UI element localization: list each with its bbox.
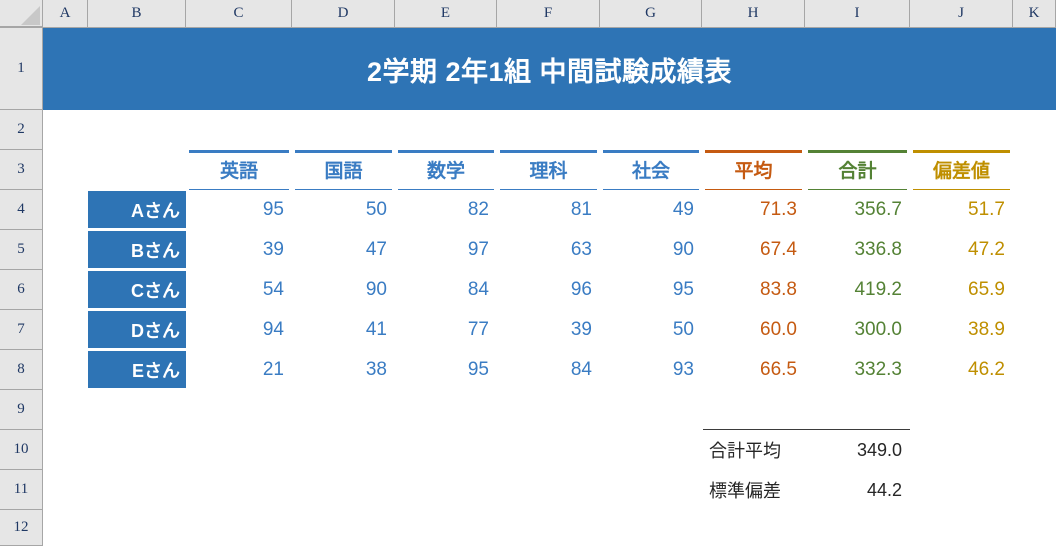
grid-column-header-h[interactable]: H xyxy=(702,0,805,27)
grid-column-header-a[interactable]: A xyxy=(43,0,88,27)
grid-row-header-6[interactable]: 6 xyxy=(0,270,42,310)
grid-row-header-7[interactable]: 7 xyxy=(0,310,42,350)
grid-column-header-e[interactable]: E xyxy=(395,0,497,27)
grid-column-header-g[interactable]: G xyxy=(600,0,702,27)
cell-english[interactable]: 21 xyxy=(186,350,292,390)
cell-english[interactable]: 94 xyxy=(186,310,292,350)
column-header-japanese[interactable]: 国語 xyxy=(295,150,392,190)
grid-row-header-3[interactable]: 3 xyxy=(0,150,42,190)
column-header-label: 偏差値 xyxy=(932,160,990,182)
spreadsheet-canvas: 2学期 2年1組 中間試験成績表 英語 国語 数学 理科 社会 平均 合計 偏差… xyxy=(0,0,1056,546)
summary-value[interactable]: 349.0 xyxy=(807,430,910,470)
cell-average[interactable]: 71.3 xyxy=(702,190,805,230)
cell-deviation[interactable]: 46.2 xyxy=(910,350,1013,390)
column-header-average[interactable]: 平均 xyxy=(705,150,802,190)
grid-column-header-c[interactable]: C xyxy=(186,0,292,27)
cell-math[interactable]: 95 xyxy=(395,350,497,390)
summary-value[interactable]: 44.2 xyxy=(807,470,910,510)
column-header-label: 英語 xyxy=(219,160,258,182)
student-name-cell[interactable]: Aさん xyxy=(88,191,186,228)
column-header-deviation[interactable]: 偏差値 xyxy=(913,150,1010,190)
cell-japanese[interactable]: 47 xyxy=(292,230,395,270)
cell-japanese[interactable]: 90 xyxy=(292,270,395,310)
column-header-social[interactable]: 社会 xyxy=(603,150,699,190)
cell-total[interactable]: 419.2 xyxy=(805,270,910,310)
column-header-label: 理科 xyxy=(529,160,568,182)
cell-japanese[interactable]: 41 xyxy=(292,310,395,350)
cell-japanese[interactable]: 38 xyxy=(292,350,395,390)
student-name-cell[interactable]: Cさん xyxy=(88,271,186,308)
column-header-label: 社会 xyxy=(631,160,670,182)
column-header-english[interactable]: 英語 xyxy=(189,150,289,190)
cell-social[interactable]: 50 xyxy=(600,310,702,350)
grid-column-header-j[interactable]: J xyxy=(910,0,1013,27)
cell-social[interactable]: 93 xyxy=(600,350,702,390)
grid-row-header-8[interactable]: 8 xyxy=(0,350,42,390)
column-header-label: 国語 xyxy=(324,160,363,182)
cell-math[interactable]: 77 xyxy=(395,310,497,350)
row-header-strip: 1 2 3 4 5 6 7 8 9 10 11 12 xyxy=(0,28,43,546)
grid-row-header-5[interactable]: 5 xyxy=(0,230,42,270)
cell-science[interactable]: 84 xyxy=(497,350,600,390)
grid-row-header-9[interactable]: 9 xyxy=(0,390,42,430)
cell-science[interactable]: 81 xyxy=(497,190,600,230)
cell-social[interactable]: 95 xyxy=(600,270,702,310)
cell-math[interactable]: 84 xyxy=(395,270,497,310)
student-name-cell[interactable]: Eさん xyxy=(88,351,186,388)
grid-row-header-1[interactable]: 1 xyxy=(0,28,42,110)
cell-social[interactable]: 90 xyxy=(600,230,702,270)
column-header-science[interactable]: 理科 xyxy=(500,150,597,190)
cell-deviation[interactable]: 38.9 xyxy=(910,310,1013,350)
student-name-cell[interactable]: Bさん xyxy=(88,231,186,268)
grid-row-header-2[interactable]: 2 xyxy=(0,110,42,150)
grid-row-header-11[interactable]: 11 xyxy=(0,470,42,510)
cell-english[interactable]: 95 xyxy=(186,190,292,230)
grid-column-header-b[interactable]: B xyxy=(88,0,186,27)
page-title: 2学期 2年1組 中間試験成績表 xyxy=(366,56,733,87)
column-header-strip: ABCDEFGHIJK xyxy=(0,0,1056,28)
select-all-triangle-icon xyxy=(21,6,40,25)
grid-column-header-d[interactable]: D xyxy=(292,0,395,27)
column-header-total[interactable]: 合計 xyxy=(808,150,907,190)
cell-social[interactable]: 49 xyxy=(600,190,702,230)
grid-column-header-k[interactable]: K xyxy=(1013,0,1056,27)
grid-row-header-10[interactable]: 10 xyxy=(0,430,42,470)
cell-average[interactable]: 83.8 xyxy=(702,270,805,310)
grid-column-header-f[interactable]: F xyxy=(497,0,600,27)
cell-english[interactable]: 54 xyxy=(186,270,292,310)
cell-total[interactable]: 300.0 xyxy=(805,310,910,350)
student-name-cell[interactable]: Dさん xyxy=(88,311,186,348)
sheet-title-banner[interactable]: 2学期 2年1組 中間試験成績表 xyxy=(43,28,1056,110)
cell-english[interactable]: 39 xyxy=(186,230,292,270)
cell-deviation[interactable]: 47.2 xyxy=(910,230,1013,270)
cell-deviation[interactable]: 51.7 xyxy=(910,190,1013,230)
cell-average[interactable]: 67.4 xyxy=(702,230,805,270)
cell-total[interactable]: 332.3 xyxy=(805,350,910,390)
cell-deviation[interactable]: 65.9 xyxy=(910,270,1013,310)
column-header-label: 合計 xyxy=(838,160,877,182)
column-header-label: 平均 xyxy=(734,160,773,182)
grid-row-header-12[interactable]: 12 xyxy=(0,510,42,546)
column-header-math[interactable]: 数学 xyxy=(398,150,494,190)
cell-math[interactable]: 97 xyxy=(395,230,497,270)
grid-row-header-4[interactable]: 4 xyxy=(0,190,42,230)
cell-science[interactable]: 39 xyxy=(497,310,600,350)
column-header-label: 数学 xyxy=(426,160,465,182)
cell-math[interactable]: 82 xyxy=(395,190,497,230)
cell-average[interactable]: 66.5 xyxy=(702,350,805,390)
summary-label[interactable]: 合計平均 xyxy=(703,430,807,470)
cell-science[interactable]: 63 xyxy=(497,230,600,270)
cell-average[interactable]: 60.0 xyxy=(702,310,805,350)
cell-total[interactable]: 336.8 xyxy=(805,230,910,270)
cell-science[interactable]: 96 xyxy=(497,270,600,310)
cell-total[interactable]: 356.7 xyxy=(805,190,910,230)
select-all-corner[interactable] xyxy=(0,0,43,27)
grid-column-header-i[interactable]: I xyxy=(805,0,910,27)
cell-japanese[interactable]: 50 xyxy=(292,190,395,230)
summary-label[interactable]: 標準偏差 xyxy=(703,470,807,510)
